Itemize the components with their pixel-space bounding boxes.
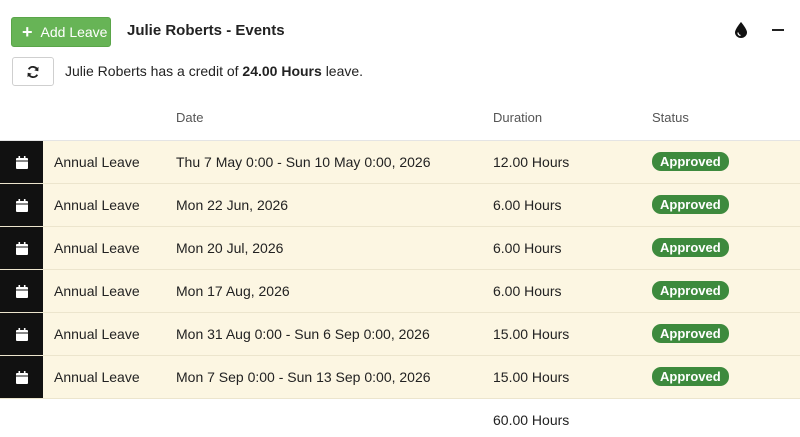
total-duration: 60.00 Hours <box>493 412 570 428</box>
credit-prefix: Julie Roberts has a credit of <box>65 63 239 79</box>
calendar-icon <box>15 284 28 298</box>
plus-icon: + <box>22 22 33 42</box>
leave-duration: 6.00 Hours <box>493 197 562 213</box>
leave-type: Annual Leave <box>54 154 140 170</box>
status-badge: Approved <box>652 367 729 386</box>
calendar-icon <box>15 155 28 169</box>
row-calendar-button[interactable] <box>0 184 43 226</box>
total-row: 60.00 Hours <box>0 399 800 437</box>
credit-suffix: leave. <box>325 63 364 79</box>
leave-duration: 6.00 Hours <box>493 240 562 256</box>
credit-amount: 24.00 Hours <box>242 63 322 79</box>
status-badge: Approved <box>652 238 729 257</box>
calendar-icon <box>15 327 28 341</box>
calendar-icon <box>15 241 28 255</box>
leave-date: Mon 20 Jul, 2026 <box>176 240 284 256</box>
add-leave-button[interactable]: + Add Leave <box>11 17 111 47</box>
leave-type: Annual Leave <box>54 283 140 299</box>
refresh-button[interactable] <box>12 57 54 86</box>
leave-duration: 15.00 Hours <box>493 326 570 342</box>
row-calendar-button[interactable] <box>0 356 43 398</box>
refresh-icon <box>27 65 39 78</box>
leave-duration: 15.00 Hours <box>493 369 570 385</box>
panel-title: Julie Roberts - Events <box>127 22 285 39</box>
leave-type: Annual Leave <box>54 240 140 256</box>
leave-type: Annual Leave <box>54 197 140 213</box>
status-badge: Approved <box>652 195 729 214</box>
table-row[interactable]: Annual Leave Mon 7 Sep 0:00 - Sun 13 Sep… <box>0 356 800 399</box>
leave-date: Mon 7 Sep 0:00 - Sun 13 Sep 0:00, 2026 <box>176 369 431 385</box>
row-calendar-button[interactable] <box>0 141 43 183</box>
column-header-duration: Duration <box>493 110 543 125</box>
table-row[interactable]: Annual Leave Mon 22 Jun, 2026 6.00 Hours… <box>0 184 800 227</box>
table-row[interactable]: Annual Leave Mon 31 Aug 0:00 - Sun 6 Sep… <box>0 313 800 356</box>
row-calendar-button[interactable] <box>0 313 43 355</box>
row-calendar-button[interactable] <box>0 270 43 312</box>
table-row[interactable]: Annual Leave Thu 7 May 0:00 - Sun 10 May… <box>0 141 800 184</box>
drop-icon[interactable] <box>734 22 748 38</box>
leave-duration: 12.00 Hours <box>493 154 570 170</box>
table-row[interactable]: Annual Leave Mon 17 Aug, 2026 6.00 Hours… <box>0 270 800 313</box>
table-row[interactable]: Annual Leave Mon 20 Jul, 2026 6.00 Hours… <box>0 227 800 270</box>
calendar-icon <box>15 370 28 384</box>
minus-icon[interactable] <box>772 29 784 31</box>
leave-table: Date Duration Status Annual Leave Thu 7 … <box>0 100 800 437</box>
table-header: Date Duration Status <box>0 100 800 141</box>
add-leave-label: Add Leave <box>40 24 108 40</box>
status-badge: Approved <box>652 281 729 300</box>
row-calendar-button[interactable] <box>0 227 43 269</box>
leave-date: Thu 7 May 0:00 - Sun 10 May 0:00, 2026 <box>176 154 431 170</box>
leave-date: Mon 22 Jun, 2026 <box>176 197 289 213</box>
column-header-status: Status <box>652 110 689 125</box>
leave-date: Mon 17 Aug, 2026 <box>176 283 290 299</box>
leave-type: Annual Leave <box>54 369 140 385</box>
column-header-date: Date <box>176 110 204 125</box>
calendar-icon <box>15 198 28 212</box>
status-badge: Approved <box>652 152 729 171</box>
credit-summary: Julie Roberts has a credit of 24.00 Hour… <box>65 63 363 79</box>
leave-type: Annual Leave <box>54 326 140 342</box>
leave-duration: 6.00 Hours <box>493 283 562 299</box>
panel-header: + Add Leave Julie Roberts - Events <box>0 0 800 62</box>
status-badge: Approved <box>652 324 729 343</box>
leave-date: Mon 31 Aug 0:00 - Sun 6 Sep 0:00, 2026 <box>176 326 430 342</box>
leave-events-panel: + Add Leave Julie Roberts - Events Julie… <box>0 0 800 437</box>
